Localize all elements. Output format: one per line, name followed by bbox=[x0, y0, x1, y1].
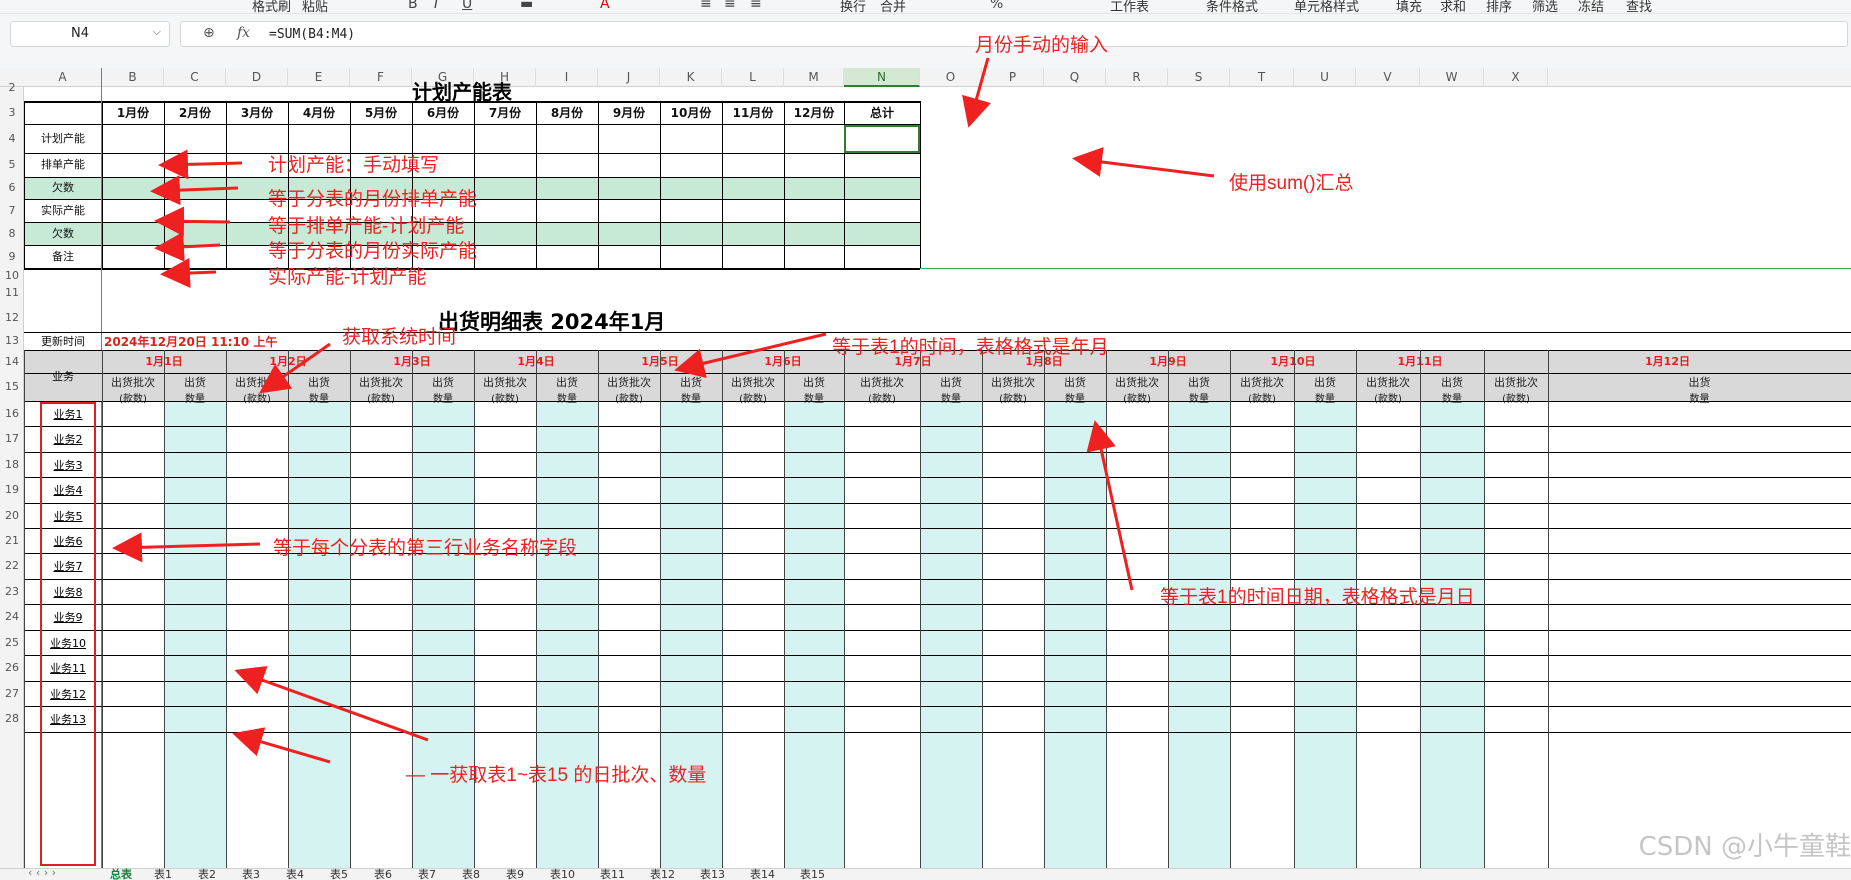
tab-sheet-2[interactable]: 表2 bbox=[198, 866, 216, 880]
tab-sheet-5[interactable]: 表5 bbox=[330, 866, 348, 880]
annotation-arrow bbox=[154, 206, 231, 237]
annotation-arrow bbox=[234, 666, 429, 742]
tab-sheet-10[interactable]: 表10 bbox=[550, 866, 575, 880]
annotation-arrow bbox=[1086, 420, 1134, 591]
annotation-arrow bbox=[160, 258, 217, 289]
annotation-arrow bbox=[112, 532, 261, 563]
tab-sheet-7[interactable]: 表7 bbox=[418, 866, 436, 880]
annotation-arrow bbox=[150, 175, 239, 206]
annotation-arrow bbox=[158, 149, 243, 180]
spreadsheet-window: 格式刷 粘贴 B I U ▬ A ≡ ≡ ≡ 换行 合并 % 工作表 条件格式 … bbox=[0, 0, 1851, 880]
tab-sheet-6[interactable]: 表6 bbox=[374, 866, 392, 880]
annotation-arrow bbox=[674, 332, 827, 378]
tab-sheet-15[interactable]: 表15 bbox=[800, 866, 825, 880]
tab-sheet-14[interactable]: 表14 bbox=[750, 866, 775, 880]
tab-sheet-12[interactable]: 表12 bbox=[650, 866, 675, 880]
annotation-arrow bbox=[962, 57, 991, 128]
sheet-grid: 计划产能表 1月份 2月份 3月份 4月份 5月份 6月份 7月份 8月份 9月份 10月份 11月份… bbox=[0, 0, 1851, 880]
annotation-arrow bbox=[154, 231, 221, 262]
sheet-tabs: ‹ ‹ › › 总表 表1 表2 表3 表4 表5 表6 表7 表8 表9 表10 表11 表12 表13 表… bbox=[0, 866, 1851, 880]
tab-sheet-13[interactable]: 表13 bbox=[700, 866, 725, 880]
tab-sheet-1[interactable]: 表1 bbox=[154, 866, 172, 880]
annotation-arrow bbox=[259, 342, 331, 394]
tab-sheet-4[interactable]: 表4 bbox=[286, 866, 304, 880]
tab-nav-arrows[interactable]: ‹ ‹ › › bbox=[28, 866, 56, 879]
tab-sheet-8[interactable]: 表8 bbox=[462, 866, 480, 880]
annotation-arrow bbox=[1072, 147, 1215, 178]
watermark: CSDN @小牛童鞋 bbox=[1638, 832, 1851, 862]
annotation-arrows bbox=[112, 57, 1215, 764]
tab-sheet-11[interactable]: 表11 bbox=[600, 866, 625, 880]
tab-sheet-3[interactable]: 表3 bbox=[242, 866, 260, 880]
tab-summary[interactable]: 总表 bbox=[110, 866, 132, 880]
tab-sheet-9[interactable]: 表9 bbox=[506, 866, 524, 880]
annotation-arrow bbox=[232, 727, 331, 764]
